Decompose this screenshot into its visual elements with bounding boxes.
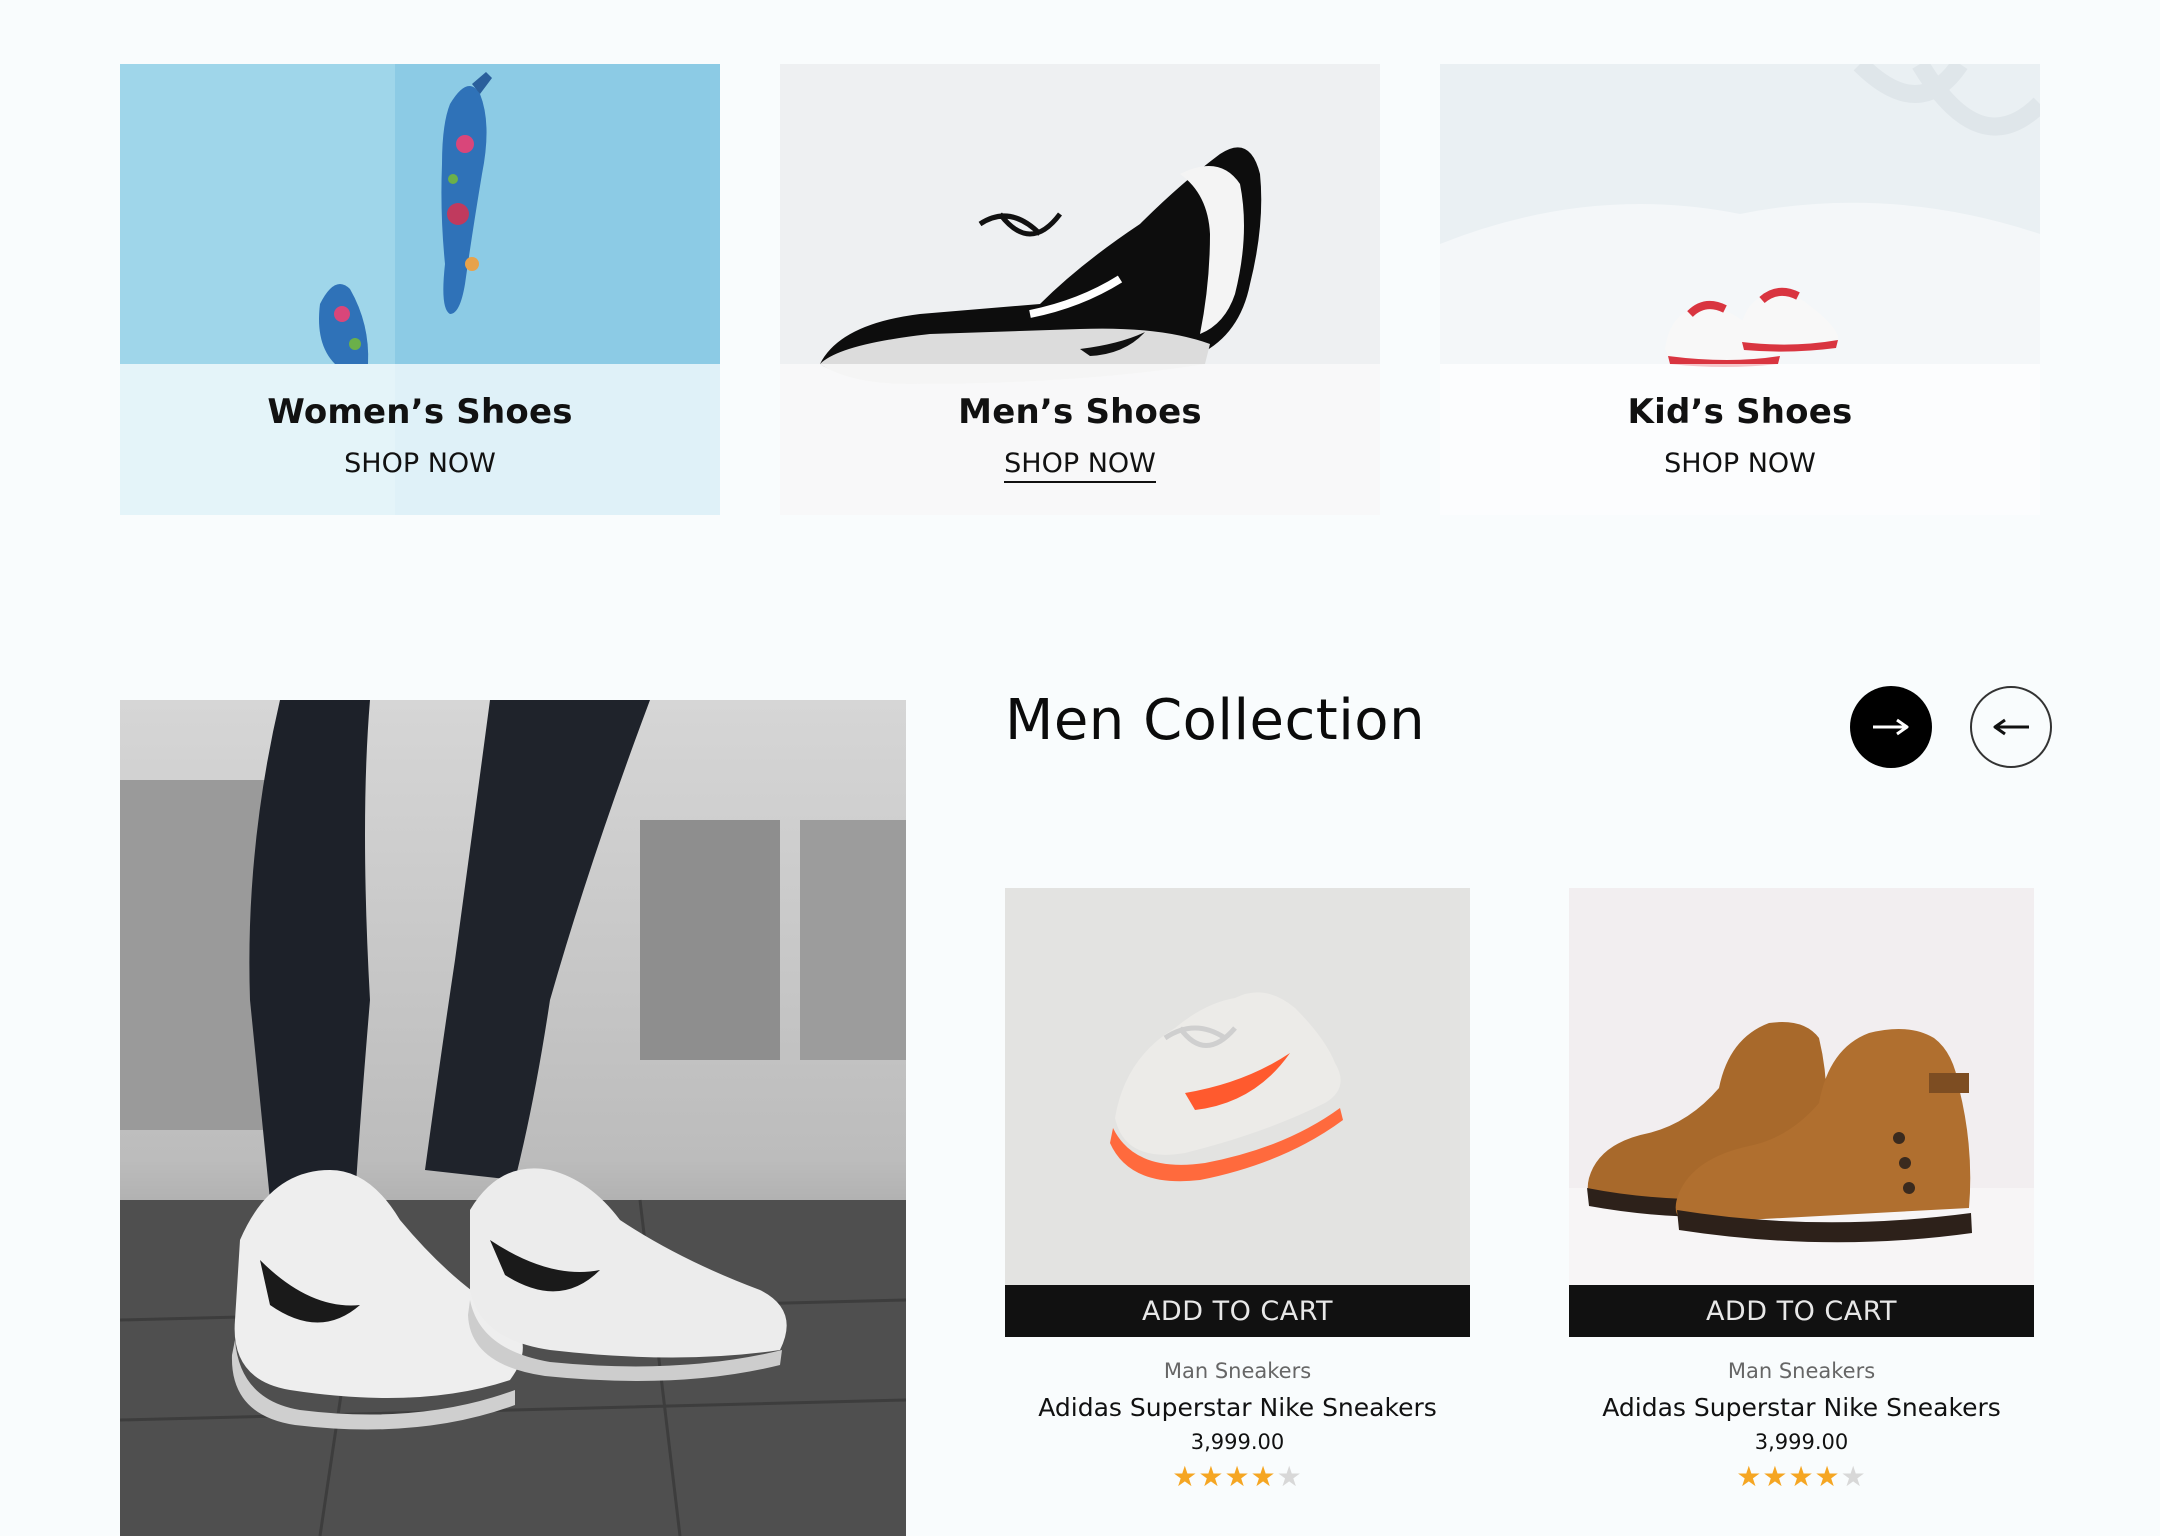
category-card-kids[interactable]: Kid’s Shoes SHOP NOW: [1440, 64, 2040, 515]
star-empty-icon: ★: [1840, 1460, 1867, 1493]
category-title: Kid’s Shoes: [1627, 392, 1853, 432]
star-filled-icon: ★: [1788, 1460, 1815, 1493]
add-to-cart-button[interactable]: ADD TO CART: [1569, 1285, 2034, 1337]
lifestyle-image: [120, 700, 906, 1536]
star-empty-icon: ★: [1276, 1460, 1303, 1493]
product-price: 3,999.00: [1754, 1430, 1849, 1454]
add-to-cart-button[interactable]: ADD TO CART: [1005, 1285, 1470, 1337]
star-filled-icon: ★: [1224, 1460, 1251, 1493]
product-name[interactable]: Adidas Superstar Nike Sneakers: [1569, 1393, 2034, 1422]
product-image[interactable]: [1569, 888, 2034, 1285]
product-card[interactable]: ADD TO CART Man Sneakers Adidas Supersta…: [1005, 888, 1470, 1493]
product-name[interactable]: Adidas Superstar Nike Sneakers: [1005, 1393, 1470, 1422]
product-category: Man Sneakers: [1163, 1359, 1312, 1383]
product-image[interactable]: [1005, 888, 1470, 1285]
category-card-women[interactable]: Women’s Shoes SHOP NOW: [120, 64, 720, 515]
rating-stars: ★★★★★: [1005, 1460, 1470, 1493]
star-filled-icon: ★: [1736, 1460, 1763, 1493]
arrow-left-icon: [1993, 718, 2029, 736]
star-filled-icon: ★: [1250, 1460, 1277, 1493]
prev-button[interactable]: [1970, 686, 2052, 768]
shop-now-link[interactable]: SHOP NOW: [780, 448, 1380, 483]
star-filled-icon: ★: [1198, 1460, 1225, 1493]
next-button[interactable]: [1850, 686, 1932, 768]
star-filled-icon: ★: [1762, 1460, 1789, 1493]
product-card[interactable]: ADD TO CART Man Sneakers Adidas Supersta…: [1569, 888, 2034, 1493]
star-filled-icon: ★: [1172, 1460, 1199, 1493]
category-card-men[interactable]: Men’s Shoes SHOP NOW: [780, 64, 1380, 515]
star-filled-icon: ★: [1814, 1460, 1841, 1493]
category-title: Women’s Shoes: [267, 392, 573, 432]
shop-now-link[interactable]: SHOP NOW: [120, 448, 720, 479]
product-category: Man Sneakers: [1727, 1359, 1876, 1383]
sneakers-on-feet-photo: [120, 700, 906, 1536]
shop-now-link[interactable]: SHOP NOW: [1440, 448, 2040, 479]
product-price: 3,999.00: [1190, 1430, 1285, 1454]
category-title: Men’s Shoes: [958, 392, 1202, 432]
rating-stars: ★★★★★: [1569, 1460, 2034, 1493]
arrow-right-icon: [1873, 718, 1909, 736]
section-title: Men Collection: [1005, 688, 1426, 753]
